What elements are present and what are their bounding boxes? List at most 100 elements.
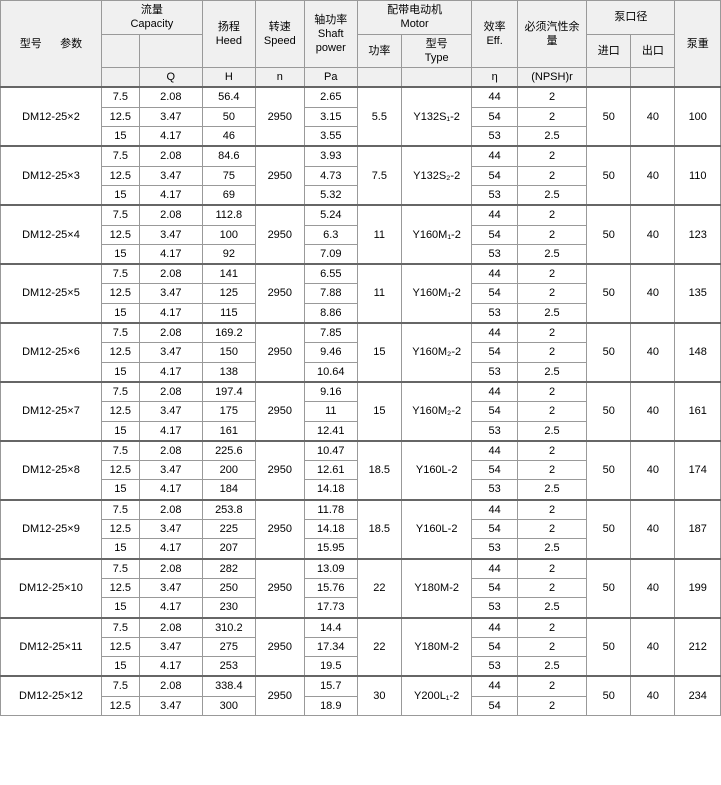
cell-pa: 18.9 [304,696,357,715]
cell-q: 7.5 [101,441,139,461]
cell-outlet: 40 [631,382,675,441]
cell-q: 12.5 [101,166,139,185]
cell-rate: 11 [357,205,401,264]
cell-q: 7.5 [101,87,139,107]
cell-q: 7.5 [101,382,139,402]
cell-type: Y160M₂-2 [401,382,472,441]
cell-type: Y200L₁-2 [401,676,472,715]
cell-type: Y160M₁-2 [401,264,472,323]
cell-pa: 3.15 [304,107,357,126]
cell-rate: 5.5 [357,87,401,146]
cell-eff: 54 [472,166,517,185]
cell-speed: 2950 [255,618,304,677]
cell-pa: 8.86 [304,303,357,323]
cell-head: 125 [202,284,255,303]
cell-model: DM12-25×7 [1,382,102,441]
cell-eff: 44 [472,618,517,638]
cell-rate: 30 [357,676,401,715]
cell-npsh: 2 [517,559,586,579]
cell-outlet: 40 [631,618,675,677]
cell-h: 3.47 [139,402,202,421]
header-diameter: 泵口径 [587,1,675,35]
cell-h: 4.17 [139,185,202,205]
cell-weight: 212 [675,618,721,677]
cell-q: 15 [101,185,139,205]
cell-pa: 3.93 [304,146,357,166]
cell-eff: 44 [472,559,517,579]
cell-pa: 7.09 [304,244,357,264]
cell-rate: 7.5 [357,146,401,205]
cell-eff: 53 [472,303,517,323]
cell-npsh: 2 [517,441,586,461]
cell-rate: 15 [357,323,401,382]
table-row: DM12-25×107.52.08282295013.0922Y180M-244… [1,559,721,579]
cell-model: DM12-25×11 [1,618,102,677]
cell-inlet: 50 [587,146,631,205]
cell-speed: 2950 [255,205,304,264]
cell-h: 2.08 [139,205,202,225]
cell-weight: 199 [675,559,721,618]
cell-speed: 2950 [255,264,304,323]
table-row: DM12-25×87.52.08225.6295010.4718.5Y160L-… [1,441,721,461]
cell-inlet: 50 [587,382,631,441]
cell-type: Y160M₂-2 [401,323,472,382]
cell-head: 92 [202,244,255,264]
cell-pa: 15.76 [304,578,357,597]
cell-head: 161 [202,421,255,441]
table-row: DM12-25×117.52.08310.2295014.422Y180M-24… [1,618,721,638]
cell-rate: 11 [357,264,401,323]
cell-pa: 3.55 [304,127,357,147]
table-row: DM12-25×67.52.08169.229507.8515Y160M₂-24… [1,323,721,343]
cell-q: 15 [101,127,139,147]
header-head: 扬程 Heed [202,1,255,68]
cell-eff: 54 [472,696,517,715]
cell-eff: 44 [472,323,517,343]
header-weight: 泵重 [675,1,721,88]
cell-eff: 54 [472,225,517,244]
cell-eff: 54 [472,343,517,362]
cell-pa: 17.34 [304,637,357,656]
cell-pa: 10.64 [304,362,357,382]
cell-type: Y180M-2 [401,618,472,677]
cell-npsh: 2 [517,166,586,185]
cell-q: 15 [101,480,139,500]
cell-eff: 53 [472,185,517,205]
table-row: DM12-25×27.52.0856.429502.655.5Y132S₁-24… [1,87,721,107]
cell-pa: 12.61 [304,461,357,480]
cell-q: 12.5 [101,402,139,421]
cell-npsh: 2.5 [517,303,586,323]
cell-pa: 15.95 [304,539,357,559]
cell-q: 12.5 [101,343,139,362]
cell-outlet: 40 [631,323,675,382]
cell-q: 12.5 [101,578,139,597]
cell-speed: 2950 [255,146,304,205]
cell-head: 69 [202,185,255,205]
cell-q: 12.5 [101,637,139,656]
cell-h: 2.08 [139,264,202,284]
cell-pa: 15.7 [304,676,357,696]
main-table-container: 型号 参数 流量 Capacity 扬程 Heed 转速 Speed [0,0,721,716]
header-outlet: 出口 [631,34,675,68]
cell-speed: 2950 [255,559,304,618]
cell-head: 275 [202,637,255,656]
cell-npsh: 2 [517,205,586,225]
cell-type: Y180M-2 [401,559,472,618]
unit-q: Q [139,68,202,88]
cell-outlet: 40 [631,676,675,715]
cell-head: 175 [202,402,255,421]
cell-q: 15 [101,657,139,677]
cell-inlet: 50 [587,441,631,500]
unit-pa: Pa [304,68,357,88]
cell-head: 46 [202,127,255,147]
cell-q: 7.5 [101,323,139,343]
cell-model: DM12-25×6 [1,323,102,382]
cell-npsh: 2.5 [517,362,586,382]
cell-eff: 53 [472,421,517,441]
cell-h: 4.17 [139,362,202,382]
cell-h: 3.47 [139,637,202,656]
cell-outlet: 40 [631,87,675,146]
cell-eff: 54 [472,461,517,480]
cell-npsh: 2 [517,146,586,166]
cell-npsh: 2 [517,87,586,107]
unit-h: H [202,68,255,88]
